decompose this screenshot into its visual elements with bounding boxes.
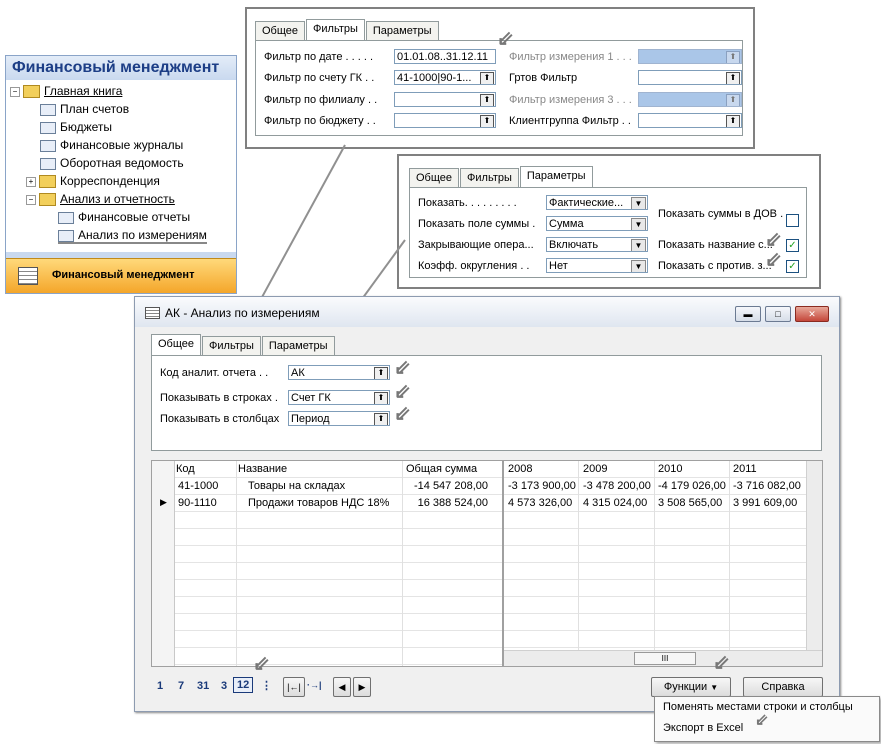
window-grid-icon (145, 307, 160, 319)
functions-button-label: Функции (663, 681, 708, 693)
cell-amount[interactable]: -3 173 900,00 (508, 480, 576, 492)
grid-row-selector-column (152, 461, 175, 666)
cell-code[interactable]: 90-1110 (178, 497, 217, 509)
pointer-arrow-icon: ⇙ (253, 653, 270, 675)
menu-item-export-excel[interactable]: Экспорт в Excel (663, 722, 743, 734)
window-title: АК - Анализ по измерениям (165, 306, 320, 320)
field-value: Период (291, 413, 330, 425)
grid-col-divider (578, 461, 579, 651)
dropdown-icon: ▼ (710, 683, 719, 692)
pointer-arrow-icon: ⇙ (394, 381, 411, 403)
period-quarter-button[interactable]: 3 (221, 680, 227, 692)
maximize-button[interactable]: □ (765, 306, 791, 322)
window-titlebar[interactable]: АК - Анализ по измерениям ▬ □ ✕ (135, 297, 839, 327)
cell-amount[interactable]: -3 478 200,00 (583, 480, 651, 492)
column-header-2011[interactable]: 2011 (733, 463, 757, 475)
cell-name[interactable]: Товары на складах (248, 480, 345, 492)
grid-col-divider (729, 461, 730, 651)
columns-grid: 2008 2009 2010 2011 -3 173 900,00 -3 478… (503, 460, 823, 667)
window-tab-body: Код аналит. отчета . . АК ⬆ Показывать в … (151, 355, 822, 451)
report-code-label: Код аналит. отчета . . (160, 367, 269, 379)
field-value: Счет ГК (291, 392, 331, 404)
show-in-columns-label: Показывать в столбцах (160, 413, 280, 425)
show-in-rows-label: Показывать в строках . (160, 392, 278, 404)
column-header-total[interactable]: Общая сумма (406, 463, 477, 475)
close-button[interactable]: ✕ (795, 306, 829, 322)
period-accounting-button[interactable]: ⋮ (261, 679, 272, 692)
cell-total[interactable]: -14 547 208,00 (414, 480, 488, 492)
report-code-field[interactable]: АК ⬆ (288, 365, 390, 380)
tab-parameters[interactable]: Параметры (261, 336, 335, 356)
cell-amount[interactable]: 3 991 609,00 (733, 497, 797, 509)
functions-button[interactable]: Функции ▼ (651, 677, 731, 697)
pointer-arrow-icon: ⇙ (755, 712, 769, 729)
grid-col-divider (236, 461, 237, 666)
vertical-scrollbar[interactable] (806, 461, 822, 651)
minimize-button[interactable]: ▬ (735, 306, 761, 322)
pointer-arrow-icon: ⇙ (394, 403, 411, 425)
period-year-button[interactable]: 12 (233, 677, 254, 693)
column-header-2009[interactable]: 2009 (583, 463, 607, 475)
analysis-window: АК - Анализ по измерениям ▬ □ ✕ Общее Фи… (134, 296, 840, 712)
cell-amount[interactable]: 4 573 326,00 (508, 497, 572, 509)
period-week-button[interactable]: 7 (178, 680, 184, 692)
cell-amount[interactable]: 3 508 565,00 (658, 497, 722, 509)
range-period-button[interactable]: ·→| (307, 680, 322, 690)
grid-col-divider (654, 461, 655, 651)
lookup-icon[interactable]: ⬆ (374, 413, 388, 425)
help-button[interactable]: Справка (743, 677, 823, 697)
horizontal-scrollbar[interactable]: III (504, 650, 822, 666)
cell-amount[interactable]: -3 716 082,00 (733, 480, 801, 492)
first-last-period-button[interactable]: |←| (283, 677, 305, 697)
column-header-code[interactable]: Код (176, 463, 195, 475)
show-in-rows-field[interactable]: Счет ГК ⬆ (288, 390, 390, 405)
column-header-2010[interactable]: 2010 (658, 463, 682, 475)
row-pointer-icon: ▶ (160, 497, 167, 507)
show-in-columns-field[interactable]: Период ⬆ (288, 411, 390, 426)
next-period-button[interactable]: ▶ (353, 677, 371, 697)
cell-code[interactable]: 41-1000 (178, 480, 218, 492)
rows-grid: Код Название Общая сумма 41-1000 Товары … (151, 460, 503, 667)
cell-total[interactable]: 16 388 524,00 (418, 497, 488, 509)
period-day-button[interactable]: 1 (157, 680, 163, 692)
column-header-2008[interactable]: 2008 (508, 463, 532, 475)
cell-amount[interactable]: -4 179 026,00 (658, 480, 726, 492)
tab-filters[interactable]: Фильтры (202, 336, 261, 356)
period-month-button[interactable]: 31 (197, 680, 209, 692)
lookup-icon[interactable]: ⬆ (374, 367, 388, 379)
pointer-arrow-icon: ⇙ (394, 357, 411, 379)
lookup-icon[interactable]: ⬆ (374, 392, 388, 404)
previous-period-button[interactable]: ◀ (333, 677, 351, 697)
cell-name[interactable]: Продажи товаров НДС 18% (248, 497, 389, 509)
pointer-arrow-icon: ⇙ (713, 652, 730, 674)
cell-amount[interactable]: 4 315 024,00 (583, 497, 647, 509)
column-header-name[interactable]: Название (238, 463, 287, 475)
tab-general[interactable]: Общее (151, 334, 202, 356)
functions-context-menu: Поменять местами строки и столбцы Экспор… (654, 696, 880, 742)
scrollbar-thumb[interactable]: III (634, 652, 696, 665)
field-value: АК (291, 367, 305, 379)
grid-col-divider (402, 461, 403, 666)
